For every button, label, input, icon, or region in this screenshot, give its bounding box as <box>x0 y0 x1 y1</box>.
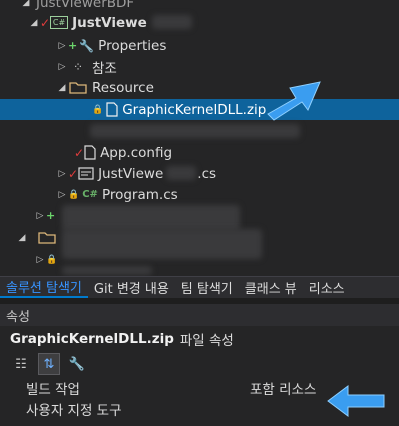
expand-arrow-icon[interactable]: ◢ <box>56 83 68 93</box>
solution-label: JustViewerBDF <box>36 0 135 11</box>
callout-arrow-icon <box>327 385 385 417</box>
lock-icon: 🔒 <box>46 254 58 265</box>
tab-class-view[interactable]: 클래스 뷰 <box>239 277 303 298</box>
collapsed-arrow-icon[interactable]: ▷ <box>56 190 68 200</box>
tree-item-label: App.config <box>100 144 173 161</box>
tool-window-tabs: 솔루션 탐색기 Git 변경 내용 팀 탐색기 클래스 뷰 리소스 <box>0 276 399 298</box>
lock-icon: 🔒 <box>92 104 104 115</box>
property-name: 사용자 지정 도구 <box>26 402 122 419</box>
callout-arrow-icon <box>267 81 321 121</box>
lock-icon: 🔒 <box>68 189 80 200</box>
tree-item-suffix: .cs <box>197 165 217 182</box>
redacted-blur <box>166 166 196 180</box>
csharp-project-icon: C# <box>50 16 69 29</box>
add-icon: + <box>68 39 78 52</box>
tree-row-resource-folder[interactable]: ◢ Resource <box>0 77 399 98</box>
solution-explorer-tree: ◢ JustViewerBDF ◢ ✓ C# JustViewe ▷ + 🔧 P… <box>0 0 399 276</box>
properties-title: 속성 <box>0 304 399 326</box>
tree-row-properties[interactable]: ▷ + 🔧 Properties <box>0 35 399 56</box>
tree-item-label: GraphicKernelDLL.zip <box>122 101 267 118</box>
tree-row-program-cs[interactable]: ▷ 🔒 C# Program.cs <box>0 184 399 205</box>
tab-team-explorer[interactable]: 팀 탐색기 <box>175 277 239 298</box>
project-label: JustViewe <box>72 14 147 31</box>
properties-toolbar: ☷ ⇅ 🔧 <box>0 351 399 377</box>
tree-row-locked-blurred[interactable]: ▷ 🔒 <box>0 249 399 270</box>
checkmark-icon: ✓ <box>68 166 79 181</box>
tree-row-form-cs[interactable]: ▷ ✓ JustViewe .cs <box>0 163 399 184</box>
categorized-view-icon[interactable]: ☷ <box>10 353 32 375</box>
collapsed-arrow-icon[interactable]: ▷ <box>56 62 68 72</box>
tree-item-label: Resource <box>92 79 154 96</box>
form-icon <box>78 167 94 180</box>
tree-item-label: Properties <box>98 37 167 54</box>
property-value[interactable]: 포함 리소스 <box>248 378 316 398</box>
tree-item-label: Program.cs <box>101 186 178 203</box>
expand-arrow-icon[interactable]: ◢ <box>28 18 40 28</box>
csharp-file-icon: C# <box>82 189 98 200</box>
property-name: 빌드 작업 <box>26 381 80 398</box>
tree-item-label: 참조 <box>92 60 117 77</box>
checkmark-icon: ✓ <box>74 145 85 160</box>
collapsed-arrow-icon[interactable]: ▷ <box>34 211 46 221</box>
properties-object-name: GraphicKernelDLL.zip <box>10 330 174 347</box>
properties-object-selector[interactable]: GraphicKernelDLL.zip 파일 속성 <box>0 326 399 351</box>
tree-row-graphickernel-zip[interactable]: 🔒 GraphicKernelDLL.zip <box>0 99 399 120</box>
tab-git-changes[interactable]: Git 변경 내용 <box>88 277 175 298</box>
alphabetical-view-icon[interactable]: ⇅ <box>38 353 60 375</box>
config-file-icon <box>84 145 96 160</box>
add-icon: + <box>46 209 56 222</box>
redacted-blur <box>152 15 192 29</box>
properties-panel: 속성 GraphicKernelDLL.zip 파일 속성 ☷ ⇅ 🔧 빌드 작… <box>0 298 399 426</box>
properties-object-type: 파일 속성 <box>179 332 234 349</box>
folder-icon <box>38 231 56 244</box>
tree-row-app-config[interactable]: ✓ App.config <box>0 142 399 163</box>
references-icon: ⁘ <box>72 59 84 74</box>
expand-arrow-icon[interactable]: ◢ <box>16 233 28 243</box>
collapsed-arrow-icon[interactable]: ▷ <box>34 255 46 265</box>
redacted-blur <box>62 266 152 275</box>
tab-resources[interactable]: 리소스 <box>303 277 351 298</box>
folder-icon <box>68 81 88 94</box>
tree-row-references[interactable]: ▷ ⁘ 참조 <box>0 56 399 77</box>
collapsed-arrow-icon[interactable]: ▷ <box>56 169 68 179</box>
wrench-icon: 🔧 <box>79 38 95 53</box>
checkmark-icon: ✓ <box>40 15 51 30</box>
property-pages-wrench-icon[interactable]: 🔧 <box>66 353 88 375</box>
expand-arrow-icon[interactable]: ◢ <box>20 0 32 8</box>
tree-row-project[interactable]: ◢ ✓ C# JustViewe <box>0 12 399 33</box>
collapsed-arrow-icon[interactable]: ▷ <box>56 41 68 51</box>
tab-solution-explorer[interactable]: 솔루션 탐색기 <box>0 277 88 298</box>
file-icon <box>106 102 118 117</box>
tree-item-label: JustViewe <box>98 165 164 182</box>
